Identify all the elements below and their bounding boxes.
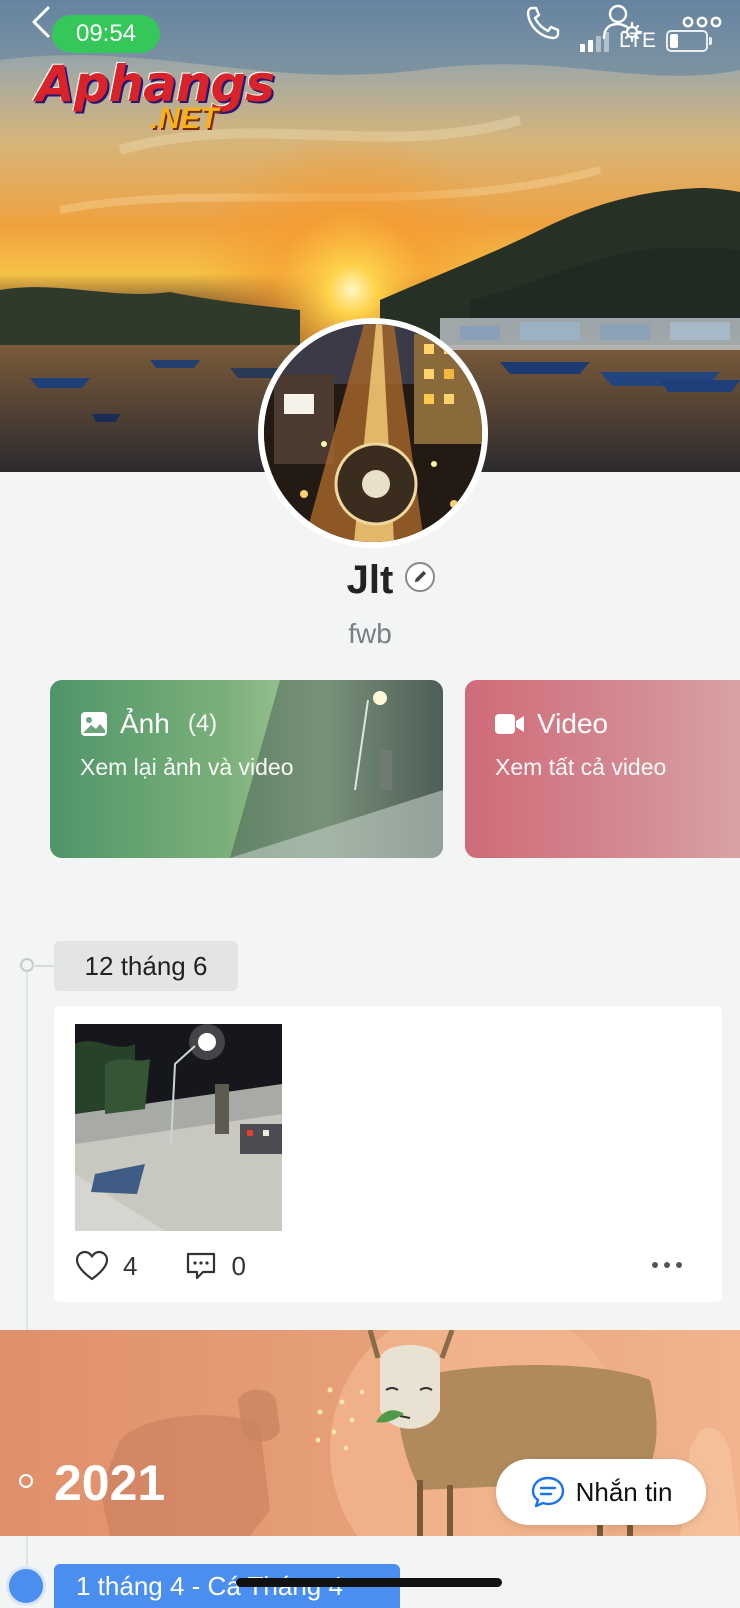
- videos-card-title: Video: [537, 708, 609, 739]
- comment-icon: [187, 1252, 216, 1280]
- comment-count: 0: [231, 1250, 246, 1281]
- timeline-year-dot: [19, 1474, 33, 1488]
- like-button[interactable]: 4: [75, 1250, 137, 1282]
- videos-card[interactable]: Video Xem tất cả video: [465, 680, 740, 858]
- send-message-label: Nhắn tin: [575, 1476, 673, 1507]
- status-time: 09:54: [52, 15, 160, 53]
- avatar-city-night-image: [264, 324, 482, 542]
- heart-icon: [75, 1250, 109, 1281]
- back-chevron-icon[interactable]: [22, 0, 66, 44]
- chat-bubble-icon: [531, 1476, 564, 1508]
- home-indicator[interactable]: [236, 1578, 502, 1587]
- image-icon: [81, 712, 107, 736]
- watermark-bottom: .NET: [150, 102, 219, 135]
- send-message-button[interactable]: Nhắn tin: [496, 1459, 706, 1525]
- timeline-connector: [32, 965, 54, 967]
- post-photo[interactable]: [75, 1024, 282, 1231]
- more-options-icon[interactable]: [680, 0, 724, 44]
- photos-count: (4): [187, 710, 218, 737]
- profile-name: Jlt: [346, 558, 394, 602]
- watermark-top: Aphangs: [36, 55, 275, 113]
- post-actions: 4 0: [75, 1250, 294, 1282]
- photos-card[interactable]: Ảnh (4) Xem lại ảnh và video: [50, 680, 443, 858]
- phone-call-icon[interactable]: [522, 0, 566, 44]
- profile-name-row: Jlt: [0, 558, 740, 603]
- photos-card-subtitle: Xem lại ảnh và video: [80, 754, 294, 780]
- post-photo-image: [75, 1024, 282, 1231]
- next-entry-avatar: [6, 1566, 46, 1606]
- videos-card-title-row: Video: [495, 708, 608, 740]
- videos-card-subtitle: Xem tất cả video: [495, 754, 667, 780]
- profile-avatar[interactable]: [258, 318, 488, 548]
- profile-subtitle: fwb: [348, 618, 392, 649]
- post-more-icon[interactable]: [652, 1262, 682, 1268]
- edit-name-pencil-icon[interactable]: [405, 562, 435, 592]
- timeline-date-chip: 12 tháng 6: [54, 941, 238, 991]
- video-camera-icon: [495, 714, 524, 734]
- timeline-post[interactable]: 4 0: [54, 1006, 722, 1302]
- year-label: 2021: [54, 1455, 166, 1511]
- photos-card-title: Ảnh: [120, 708, 170, 739]
- like-count: 4: [123, 1250, 138, 1281]
- profile-settings-icon[interactable]: [600, 0, 644, 44]
- comment-button[interactable]: 0: [185, 1250, 246, 1282]
- photos-card-title-row: Ảnh (4): [80, 708, 217, 740]
- watermark-logo: Aphangs .NET: [36, 55, 275, 142]
